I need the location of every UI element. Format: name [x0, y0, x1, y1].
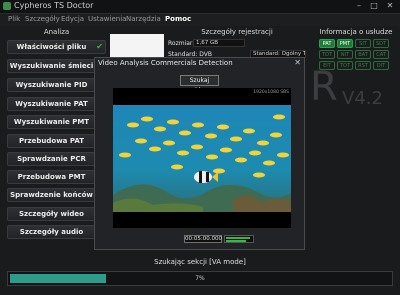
button-label: Sprawdzanie PCR — [17, 155, 86, 163]
junk-search-button[interactable]: Wyszukiwanie śmieci ✔ — [7, 59, 106, 73]
check-icon: ✔ — [96, 42, 103, 51]
pcr-check-button[interactable]: Sprawdzanie PCR ✔ — [7, 152, 106, 166]
dialog-close-icon[interactable]: ✕ — [294, 58, 301, 67]
service-badge-dit: DIT — [373, 61, 389, 70]
progress-bar: 7% — [7, 271, 393, 286]
button-label: Szczegóły audio — [19, 228, 84, 236]
menu-settings[interactable]: Ustawienia — [88, 15, 126, 23]
service-badge-nit: NIT — [337, 50, 353, 59]
title-bar: Cypheros TS Doctor – □ ✕ — [0, 0, 400, 14]
service-badge-tot: TOT — [337, 61, 353, 70]
dialog-title: Video Analysis Commercials Detection — [98, 59, 233, 67]
menu-help[interactable]: Pomoc — [165, 15, 191, 23]
button-label: Wyszukiwanie PMT — [13, 118, 90, 126]
registration-title: Szczegóły rejestracji — [201, 28, 273, 36]
menu-edit[interactable]: Edycja — [61, 15, 84, 23]
logo-letter: R — [310, 64, 338, 110]
video-frame: 1920x1080 SBS — [113, 88, 291, 228]
service-badge-tdt: TDT — [319, 50, 335, 59]
window-title: Cypheros TS Doctor — [14, 1, 94, 10]
button-label: Przebudowa PAT — [19, 137, 84, 145]
timecode-display: 00:05:00.000 — [184, 235, 222, 243]
service-badge-bat: BAT — [355, 50, 371, 59]
level-meter-bar-1 — [226, 237, 250, 239]
status-text: Szukając sekcji [VA mode] — [154, 258, 246, 266]
video-details-button[interactable]: Szczegóły wideo ✔ — [7, 207, 106, 221]
menu-details[interactable]: Szczegóły — [25, 15, 60, 23]
pat-rebuild-button[interactable]: Przebudowa PAT ✔ — [7, 134, 106, 148]
video-resolution: 1920x1080 SBS — [253, 90, 289, 95]
service-info-title: Informacja o usłudze — [319, 28, 393, 36]
app-icon — [3, 2, 11, 10]
file-properties-button[interactable]: Właściwości pliku ✔ — [7, 40, 106, 54]
analysis-title: Analiza — [43, 28, 70, 36]
pmt-search-button[interactable]: Wyszukiwanie PMT ✔ — [7, 115, 106, 129]
level-meter-bar-2 — [226, 240, 246, 242]
progress-label: 7% — [195, 275, 205, 282]
menu-tools[interactable]: Narzędzia — [126, 15, 161, 23]
level-meter — [224, 235, 254, 243]
pat-search-button[interactable]: Wyszukiwanie PAT ✔ — [7, 97, 106, 111]
service-badge-pat: PAT — [319, 39, 335, 48]
scan-commercials-button[interactable]: Szukaj reklam — [180, 75, 219, 94]
pmt-rebuild-button[interactable]: Przebudowa PMT ✔ — [7, 170, 106, 184]
size-label: Rozmiar: — [168, 40, 195, 47]
maximize-button[interactable]: □ — [368, 1, 380, 11]
audio-details-button[interactable]: Szczegóły audio ✔ — [7, 225, 106, 239]
button-label: Wyszukiwanie PAT — [15, 100, 88, 108]
button-label: Sprawdzenie końców — [10, 191, 93, 199]
button-label: Właściwości pliku — [16, 43, 87, 51]
logo-version: V4.2 — [342, 88, 383, 109]
menu-file[interactable]: Plik — [8, 15, 20, 23]
service-badge-cat: CAT — [373, 50, 389, 59]
button-label: Wyszukiwanie PID — [15, 81, 88, 89]
service-badge-rst: RST — [355, 61, 371, 70]
ends-check-button[interactable]: Sprawdzenie końców ✔ — [7, 188, 106, 202]
minimize-button[interactable]: – — [353, 1, 365, 11]
service-badge-sdt: SDT — [373, 39, 389, 48]
button-label: Szczegóły wideo — [19, 210, 84, 218]
menu-bar: Plik Szczegóły Edycja Ustawienia Narzędz… — [0, 14, 400, 26]
video-scene-image — [113, 105, 291, 212]
button-label: Wyszukiwanie śmieci — [9, 62, 94, 70]
service-badge-pmt: PMT — [337, 39, 353, 48]
pid-search-button[interactable]: Wyszukiwanie PID ✔ — [7, 78, 106, 92]
close-button[interactable]: ✕ — [384, 1, 396, 11]
size-value: 1,67 GB — [193, 39, 245, 47]
service-badge-sit: SIT — [355, 39, 371, 48]
button-label: Przebudowa PMT — [17, 173, 86, 181]
